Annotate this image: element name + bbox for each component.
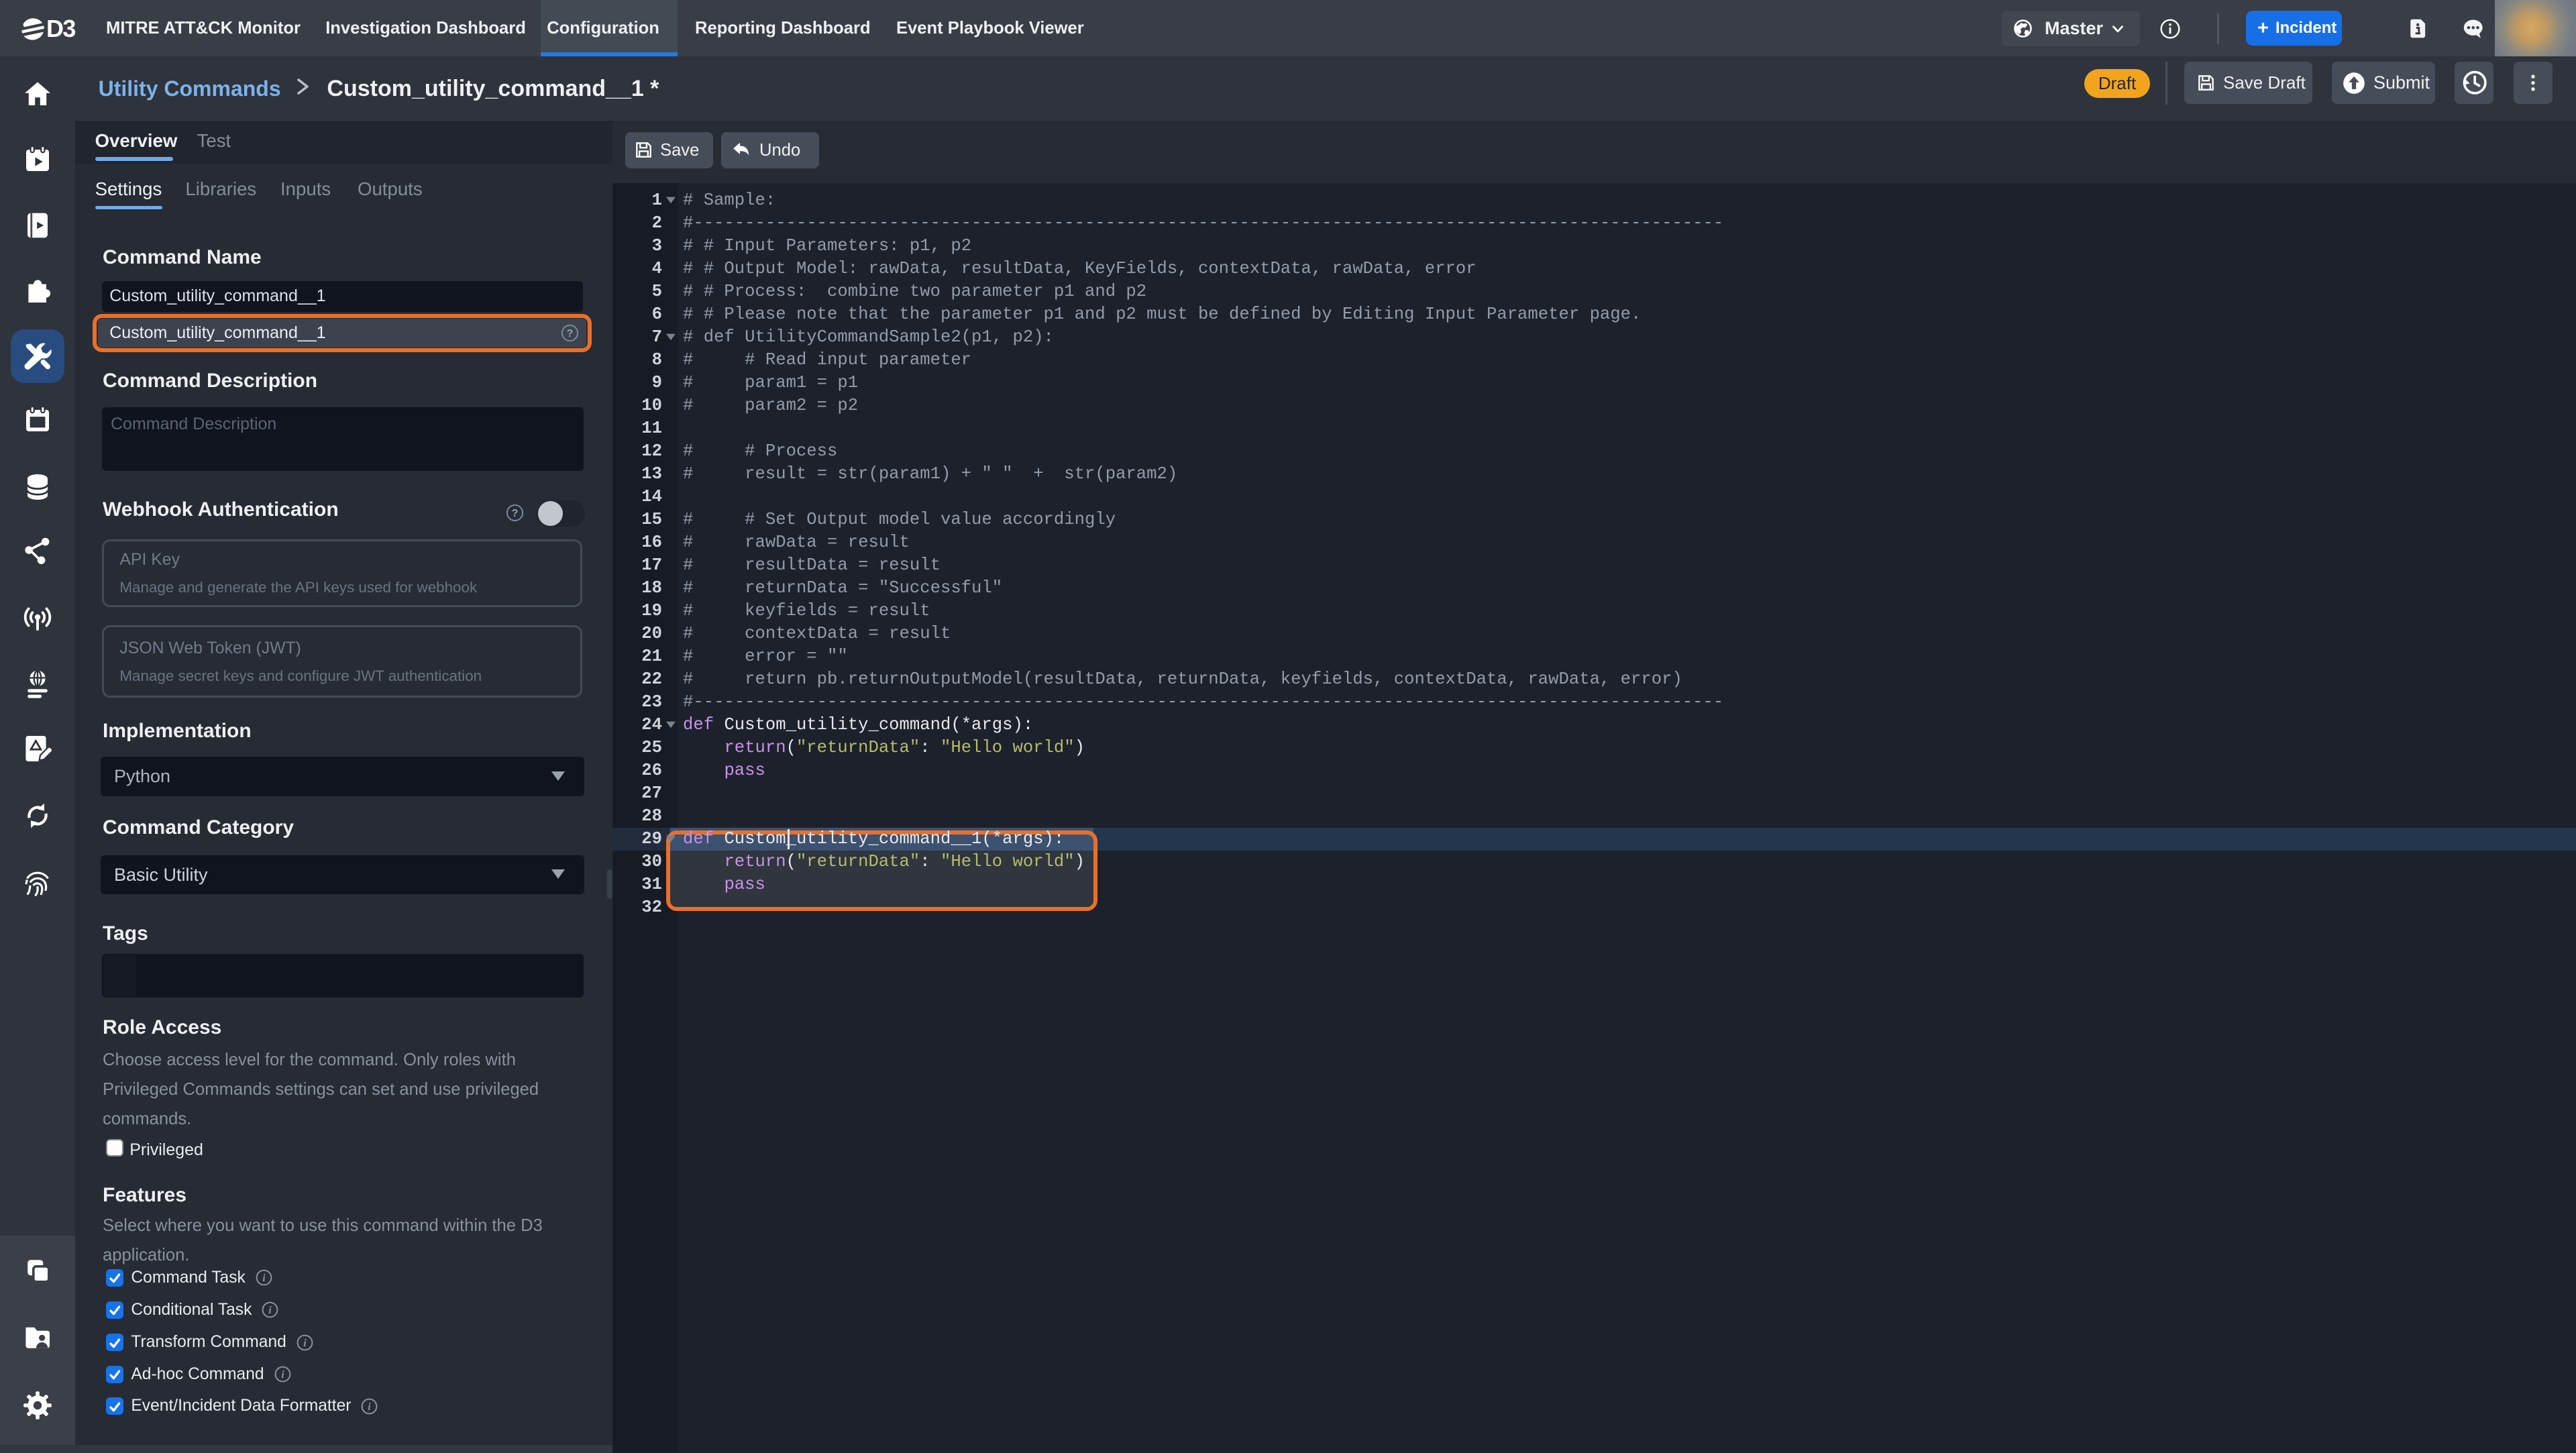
svg-text:i: i (281, 1368, 284, 1381)
svg-text:?: ? (512, 508, 519, 519)
svg-text:?: ? (567, 328, 574, 339)
svg-text:i: i (269, 1303, 272, 1316)
svg-text:D3: D3 (46, 17, 75, 40)
svg-text:i: i (303, 1336, 307, 1349)
svg-text:i: i (368, 1400, 372, 1413)
svg-text:i: i (262, 1271, 266, 1284)
